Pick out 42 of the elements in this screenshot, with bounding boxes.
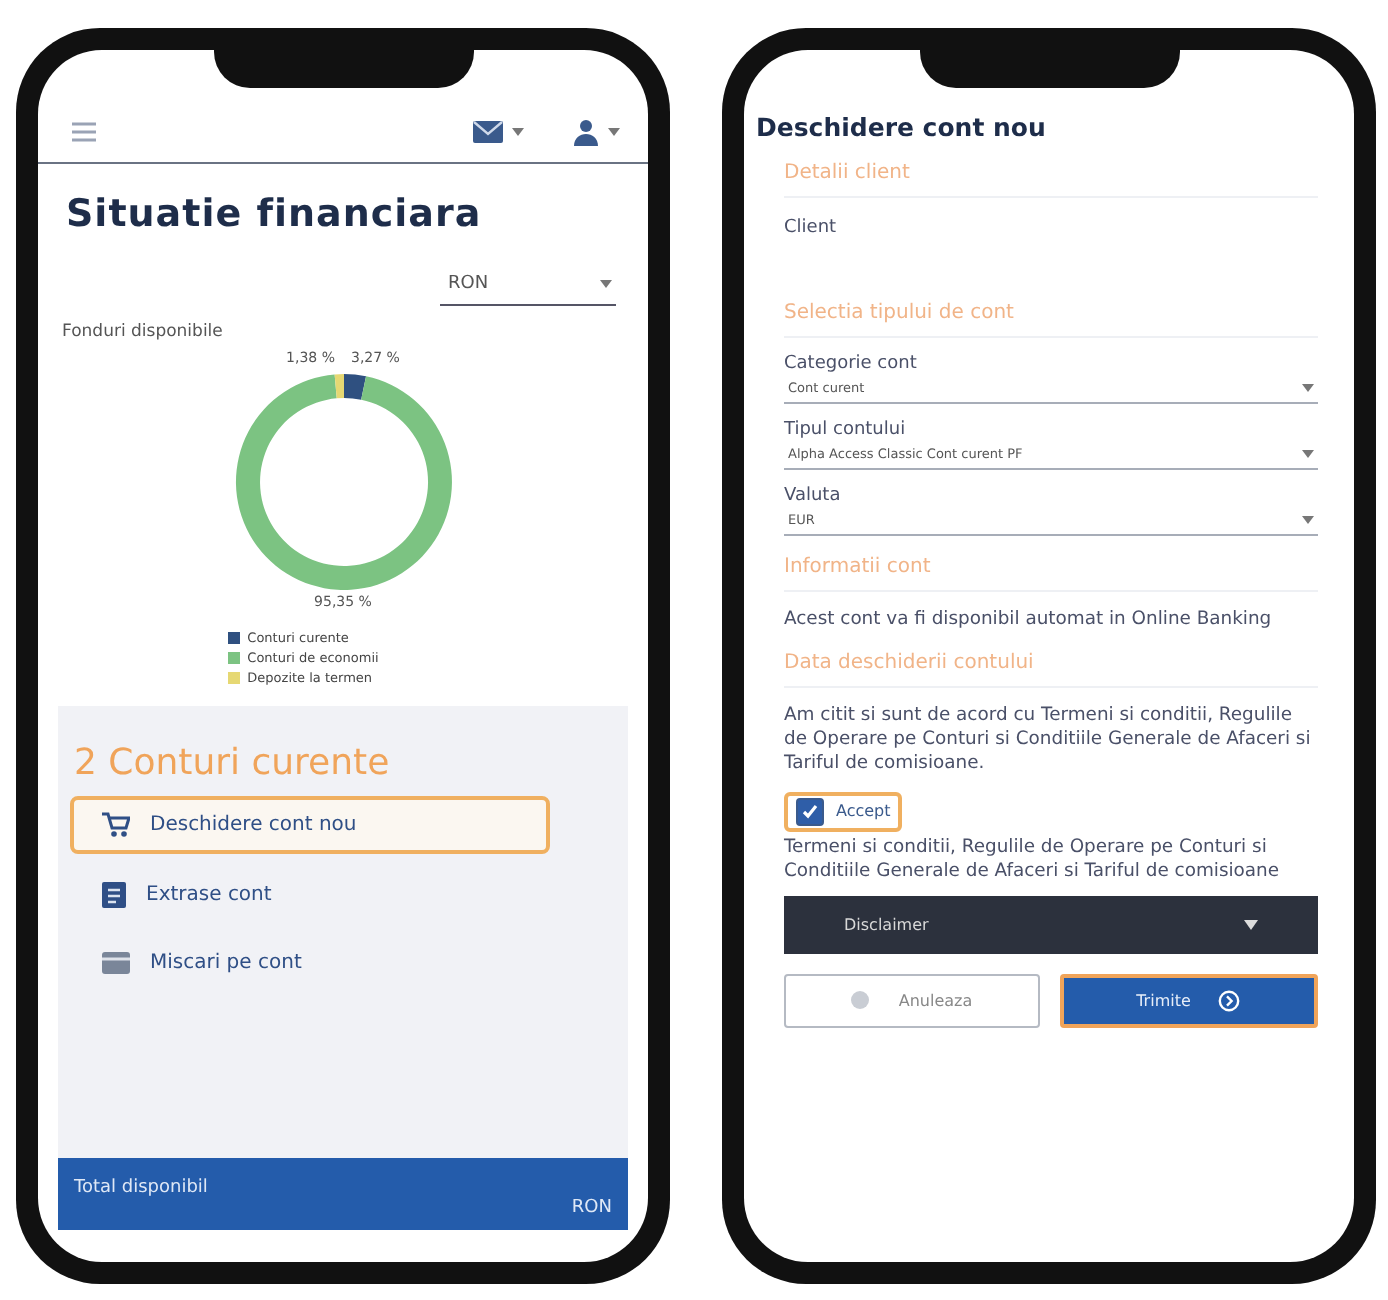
section-heading: 2 Conturi curente [72, 742, 392, 784]
account-action[interactable]: Deschidere cont nou [70, 796, 551, 854]
chart-title: Fonduri disponibile [60, 320, 225, 346]
card-icon [102, 952, 130, 974]
section-heading: Informatii cont [784, 536, 1318, 592]
caret-icon [1244, 919, 1258, 930]
caret-icon [600, 280, 612, 288]
field-label: Tipul contului [784, 420, 908, 440]
checkbox[interactable] [796, 797, 824, 826]
cart-icon [102, 812, 130, 838]
terms-text: Termeni si conditii, Regulile de Operare pe Conturi si Conditiile Generale de Afaceri si Tariful de comisioane [784, 833, 1282, 884]
legend-swatch [227, 632, 240, 644]
checkmark-icon [800, 801, 820, 822]
total-label: Total disponibil [74, 1178, 210, 1198]
cancel-button[interactable]: Anuleaza [784, 973, 1039, 1028]
section-heading: Data deschiderii contului [784, 631, 1318, 688]
disclaimer-toggle[interactable]: Disclaimer [784, 895, 1318, 954]
field-label: Valuta [784, 486, 843, 506]
account-action[interactable]: Miscari pe cont [70, 936, 551, 990]
currency-select[interactable]: RON [440, 268, 616, 306]
submit-button[interactable]: Trimite [1059, 973, 1318, 1028]
field-label: Categorie cont [784, 354, 919, 374]
document-icon [102, 882, 126, 908]
caret-icon [1302, 516, 1314, 524]
caret-icon [1302, 450, 1314, 458]
legend-swatch [227, 652, 240, 664]
agreement-text: Am citit si sunt de acord cu Termeni si conditii, Regulile de Operare pe Conturi si Conditiile Generale de Afaceri si Tariful de comisioane. [784, 701, 1313, 776]
mail-icon[interactable] [472, 120, 504, 144]
caret-icon[interactable] [512, 128, 524, 136]
total-currency: RON [571, 1198, 612, 1218]
user-icon[interactable] [572, 118, 600, 146]
caret-icon[interactable] [608, 128, 620, 136]
page-title: Situatie financiara [64, 190, 484, 236]
section-heading: Selectia tipului de cont [784, 282, 1318, 338]
account-action[interactable]: Extrase cont [70, 866, 551, 924]
legend-swatch [227, 672, 240, 684]
page-title: Deschidere cont nou [756, 112, 1048, 142]
caret-icon [1302, 384, 1314, 392]
accept-checkbox[interactable]: Accept [784, 791, 903, 832]
info-text: Acest cont va fi disponibil automat in Online Banking [784, 606, 1274, 632]
section-heading: Detalii client [784, 142, 1318, 198]
field-label: Client [784, 216, 839, 242]
